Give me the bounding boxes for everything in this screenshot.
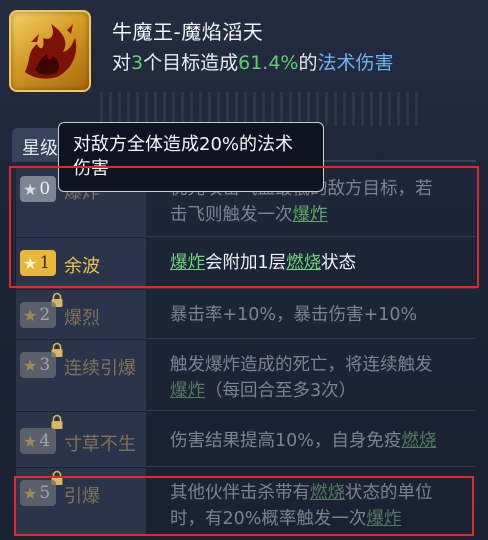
effect-name-4: 寸草不生 <box>64 434 136 455</box>
star-icon: ★ <box>23 253 38 273</box>
target-count: 3 <box>131 52 144 74</box>
star-level-number: 5 <box>39 483 51 503</box>
star-level-badge-5: ★ 5 <box>20 480 56 506</box>
row-divider <box>16 288 476 289</box>
effect-name-3: 连续引爆 <box>64 358 136 379</box>
star-level-number: 1 <box>39 253 51 273</box>
damage-percent: 61.4% <box>238 52 299 74</box>
background-texture <box>100 92 420 126</box>
flame-demon-icon <box>9 10 91 92</box>
keyword-link-explode[interactable]: 爆炸 <box>170 253 205 273</box>
skill-detail-panel: 牛魔王-魔焰滔天 对3个目标造成61.4%的法术伤害 星级效 对敌方全体造成20… <box>0 0 488 540</box>
effect-text-5-line1: 其他伙伴击杀带有 <box>170 483 310 503</box>
keyword-link-explode[interactable]: 爆炸 <box>293 205 328 225</box>
row-divider <box>16 410 476 411</box>
keyword-link-burn[interactable]: 燃烧 <box>310 483 345 503</box>
keyword-link-burn[interactable]: 燃烧 <box>286 253 321 273</box>
damage-tooltip: 对敌方全体造成20%的法术伤害 <box>58 122 324 192</box>
keyword-link-explode[interactable]: 爆炸 <box>170 381 205 401</box>
star-icon: ★ <box>23 179 38 199</box>
damage-type-link[interactable]: 法术伤害 <box>318 52 394 74</box>
effect-text-1: 爆炸会附加1层燃烧状态 <box>170 250 356 276</box>
effect-text-5: 其他伙伴击杀带有燃烧状态的单位 时，有20%概率触发一次爆炸 <box>170 480 433 532</box>
star-icon: ★ <box>23 431 38 451</box>
desc-mid: 个目标造成 <box>143 52 239 74</box>
effect-text-5-line1-post: 状态的单位 <box>345 483 433 503</box>
effect-text-3-line1: 触发爆炸造成的死亡，将连续触发 <box>170 355 433 375</box>
keyword-link-explode[interactable]: 爆炸 <box>366 509 401 529</box>
desc-prefix: 对 <box>112 52 132 74</box>
effect-text-5-line2: 时，有20%概率触发一次 <box>170 509 367 529</box>
effect-text-3: 触发爆炸造成的死亡，将连续触发 爆炸（每回合至多3次） <box>170 352 433 404</box>
skill-description: 对3个目标造成61.4%的法术伤害 <box>112 48 394 75</box>
effect-text-4-line1: 伤害结果提高10%，自身免疫 <box>170 431 402 451</box>
star-level-number: 0 <box>39 179 51 199</box>
row-divider <box>16 236 476 237</box>
desc-of: 的 <box>298 52 318 74</box>
star-level-badge-3: ★ 3 <box>20 352 56 378</box>
effect-text-4: 伤害结果提高10%，自身免疫燃烧 <box>170 428 436 454</box>
effect-text-3-line2: （每回合至多3次） <box>205 381 357 401</box>
effect-name-2: 爆烈 <box>64 308 100 329</box>
star-icon: ★ <box>23 305 38 325</box>
keyword-link-burn[interactable]: 燃烧 <box>401 431 436 451</box>
star-level-number: 2 <box>39 305 51 325</box>
star-level-badge-0: ★ 0 <box>20 176 56 202</box>
skill-title: 牛魔王-魔焰滔天 <box>112 20 264 44</box>
effect-text-1-mid: 会附加1层 <box>205 253 287 273</box>
star-icon: ★ <box>23 483 38 503</box>
effect-name-5: 引爆 <box>64 486 100 507</box>
row-divider <box>16 466 476 467</box>
star-level-badge-2: ★ 2 <box>20 302 56 328</box>
effect-text-2: 暴击率+10%，暴击伤害+10% <box>170 305 418 325</box>
star-level-badge-4: ★ 4 <box>20 428 56 454</box>
effect-text-1-post: 状态 <box>321 253 357 273</box>
effect-text-0-line2: 击飞则触发一次 <box>170 205 293 225</box>
star-level-number: 4 <box>39 431 51 451</box>
star-level-badge-1: ★ 1 <box>20 250 56 276</box>
row-divider <box>16 338 476 339</box>
star-level-number: 3 <box>39 355 51 375</box>
effect-name-1: 余波 <box>64 256 100 277</box>
star-icon: ★ <box>23 355 38 375</box>
